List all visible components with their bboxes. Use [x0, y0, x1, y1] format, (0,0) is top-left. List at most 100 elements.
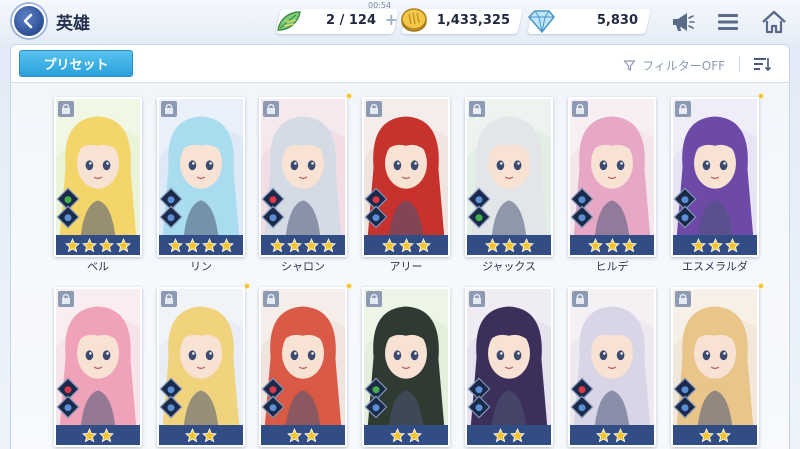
star-icon	[716, 427, 731, 442]
hero-name: ヒルデ	[595, 260, 629, 273]
hero-badges	[56, 377, 80, 419]
hero-name: リン	[190, 260, 212, 273]
hero-portrait	[56, 289, 140, 445]
star-rating	[159, 235, 243, 255]
star-icon	[304, 237, 319, 252]
new-indicator-dot	[346, 93, 352, 99]
hero-card[interactable]	[362, 287, 450, 447]
lock-toggle-icon[interactable]	[263, 101, 279, 117]
star-rating	[159, 425, 243, 445]
hero-badges	[159, 187, 183, 229]
star-icon	[219, 237, 234, 252]
star-icon	[493, 427, 508, 442]
hero-card[interactable]	[157, 97, 245, 257]
star-icon	[613, 427, 628, 442]
star-icon	[287, 427, 302, 442]
hero-card[interactable]	[671, 97, 759, 257]
hero-card[interactable]	[465, 287, 553, 447]
lock-toggle-icon[interactable]	[572, 101, 588, 117]
class-icon	[56, 395, 80, 419]
star-icon	[116, 237, 131, 252]
star-icon	[510, 427, 525, 442]
star-icon	[390, 427, 405, 442]
star-icon	[699, 427, 714, 442]
hero-portrait	[467, 289, 551, 445]
hero-portrait	[570, 99, 654, 255]
star-icon	[407, 427, 422, 442]
lock-toggle-icon[interactable]	[58, 101, 74, 117]
star-icon	[596, 427, 611, 442]
star-icon	[621, 237, 637, 252]
lock-toggle-icon[interactable]	[161, 101, 177, 117]
new-indicator-dot	[758, 283, 764, 289]
class-icon	[364, 395, 388, 419]
hero-card[interactable]	[362, 97, 450, 257]
hero-card[interactable]	[259, 287, 347, 447]
hero-badges	[673, 377, 697, 419]
lock-toggle-icon[interactable]	[161, 291, 177, 307]
hero-card[interactable]	[54, 97, 142, 257]
star-icon	[518, 237, 534, 252]
hero-portrait	[364, 99, 448, 255]
new-indicator-dot	[346, 283, 352, 289]
hero-portrait	[570, 289, 654, 445]
hero-badges	[570, 187, 594, 229]
star-rating	[261, 425, 345, 445]
lock-toggle-icon[interactable]	[58, 291, 74, 307]
lock-toggle-icon[interactable]	[675, 291, 691, 307]
star-rating	[56, 235, 140, 255]
star-icon	[304, 427, 319, 442]
star-icon	[587, 237, 603, 252]
hero-card[interactable]	[157, 287, 245, 447]
class-icon	[673, 395, 697, 419]
star-icon	[168, 237, 183, 252]
star-rating	[364, 235, 448, 255]
hero-badges	[364, 187, 388, 229]
hero-badges	[56, 187, 80, 229]
class-icon	[261, 395, 285, 419]
star-rating	[261, 235, 345, 255]
star-icon	[99, 237, 114, 252]
lock-toggle-icon[interactable]	[675, 101, 691, 117]
hero-card[interactable]	[259, 97, 347, 257]
lock-toggle-icon[interactable]	[469, 291, 485, 307]
hero-card[interactable]	[568, 287, 656, 447]
new-indicator-dot	[244, 283, 250, 289]
lock-toggle-icon[interactable]	[366, 101, 382, 117]
hero-portrait	[159, 99, 243, 255]
class-icon	[159, 395, 183, 419]
class-icon	[159, 205, 183, 229]
star-icon	[287, 237, 302, 252]
hero-badges	[261, 187, 285, 229]
star-rating	[570, 235, 654, 255]
star-icon	[65, 237, 80, 252]
star-icon	[381, 237, 397, 252]
star-icon	[185, 237, 200, 252]
hero-badges	[261, 377, 285, 419]
star-icon	[415, 237, 431, 252]
star-rating	[570, 425, 654, 445]
hero-badges	[467, 377, 491, 419]
class-icon	[570, 395, 594, 419]
lock-toggle-icon[interactable]	[572, 291, 588, 307]
star-icon	[202, 237, 217, 252]
hero-card[interactable]	[671, 287, 759, 447]
hero-card[interactable]	[568, 97, 656, 257]
star-icon	[202, 427, 217, 442]
class-icon	[570, 205, 594, 229]
lock-toggle-icon[interactable]	[263, 291, 279, 307]
hero-badges	[159, 377, 183, 419]
hero-grid: ベル リン シャロン アリー ジャックス ヒルデ エスメラルダ	[0, 0, 800, 449]
hero-portrait	[159, 289, 243, 445]
hero-card[interactable]	[465, 97, 553, 257]
lock-toggle-icon[interactable]	[469, 101, 485, 117]
star-icon	[82, 237, 97, 252]
hero-badges	[673, 187, 697, 229]
hero-card[interactable]	[54, 287, 142, 447]
hero-portrait	[56, 99, 140, 255]
hero-name: ジャックス	[481, 260, 537, 273]
lock-toggle-icon[interactable]	[366, 291, 382, 307]
star-rating	[56, 425, 140, 445]
hero-portrait	[673, 289, 757, 445]
star-icon	[82, 427, 97, 442]
